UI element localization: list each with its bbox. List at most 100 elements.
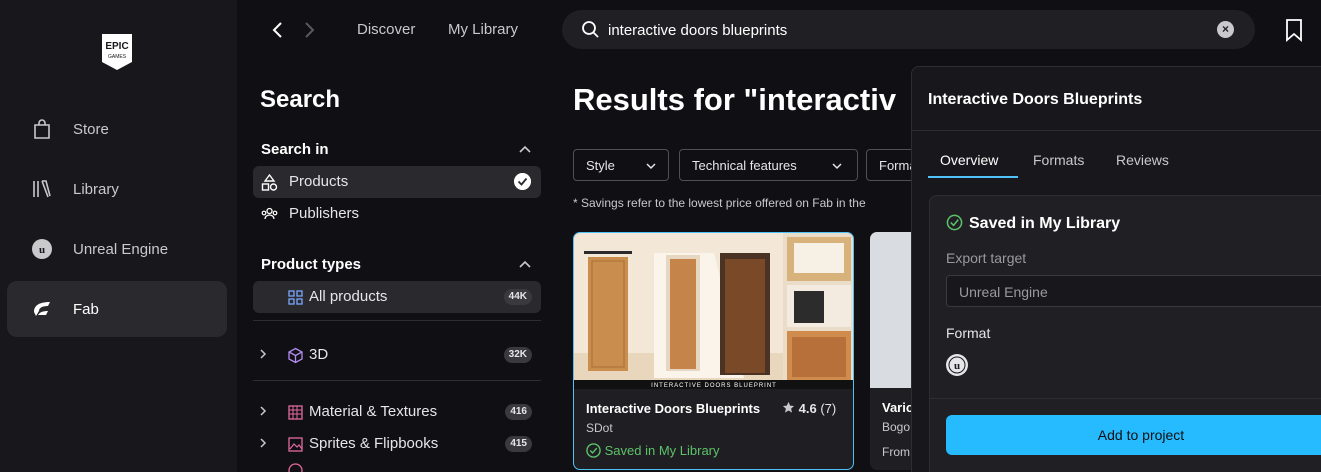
epic-games-logo[interactable]: EPIC GAMES [100, 32, 134, 72]
filter-label: Products [289, 173, 349, 190]
nav-label-library: Library [73, 180, 119, 198]
filter-publishers[interactable]: Publishers [253, 198, 541, 230]
image-icon [288, 437, 303, 452]
search-input[interactable] [608, 18, 1168, 42]
product-types-title[interactable]: Product types [261, 256, 361, 273]
filter-label: Material & Textures [309, 403, 438, 420]
saved-header: Saved in My Library [946, 214, 1120, 233]
active-tab-indicator [928, 176, 1018, 178]
divider [253, 320, 541, 321]
card-title[interactable]: Vario [882, 400, 914, 415]
check-circle-icon [586, 443, 601, 458]
star-icon [782, 401, 795, 413]
filter-label: All products [309, 288, 388, 305]
nav-label-store: Store [73, 120, 109, 138]
search-icon [582, 21, 599, 38]
svg-text:u: u [39, 244, 45, 256]
export-target-select[interactable]: Unreal Engine [946, 275, 1321, 307]
filter-sidebar: Search Search in Products Publishers Pro… [237, 62, 547, 472]
divider [253, 380, 541, 381]
filter-title: Search [260, 86, 341, 113]
shapes-icon [261, 174, 278, 191]
dropdown-label: Style [586, 158, 615, 173]
check-icon [514, 173, 531, 190]
results-heading: Results for "interactiv [573, 82, 897, 117]
app-sidebar: EPIC GAMES Store Library u Unreal Engine… [0, 0, 237, 472]
logo-text-top: EPIC [105, 41, 128, 52]
divider [930, 398, 1321, 399]
fab-icon [34, 302, 50, 316]
chevron-down-icon [832, 163, 842, 170]
unreal-engine-icon: u [32, 239, 52, 259]
nav-item-library[interactable]: Library [7, 161, 227, 217]
svg-text:u: u [954, 360, 960, 372]
card-seller[interactable]: Bogo [882, 420, 910, 434]
tab-overview[interactable]: Overview [940, 152, 998, 168]
back-arrow-icon[interactable] [266, 18, 290, 42]
search-bar: × [562, 10, 1255, 49]
filter-sprites-flipbooks[interactable]: Sprites & Flipbooks 415 [253, 428, 541, 460]
search-in-title[interactable]: Search in [261, 141, 329, 158]
nav-link-my-library[interactable]: My Library [448, 21, 518, 38]
export-target-value: Unreal Engine [959, 284, 1048, 300]
chevron-right-icon[interactable] [257, 405, 269, 417]
filter-products[interactable]: Products [253, 166, 541, 198]
nav-item-fab[interactable]: Fab [7, 281, 227, 337]
bookmark-icon[interactable] [1284, 18, 1304, 42]
add-to-project-button[interactable]: Add to project [946, 415, 1321, 455]
check-circle-icon [946, 214, 963, 231]
chevron-up-icon[interactable] [518, 257, 532, 271]
card-rating: 4.6 (7) [782, 401, 836, 416]
savings-note: * Savings refer to the lowest price offe… [573, 196, 866, 210]
tab-reviews[interactable]: Reviews [1116, 152, 1169, 168]
filter-3d[interactable]: 3D 32K [253, 339, 541, 371]
card-title[interactable]: Interactive Doors Blueprints [586, 401, 760, 416]
rating-value: 4.6 [798, 401, 817, 416]
unreal-engine-icon[interactable]: u [946, 354, 968, 376]
card-saved-status: Saved in My Library [586, 443, 720, 458]
filter-material-textures[interactable]: Material & Textures 416 [253, 396, 541, 428]
product-detail-panel: Interactive Doors Blueprints Overview Fo… [911, 66, 1321, 472]
texture-icon [288, 405, 303, 420]
nav-label-unreal-engine: Unreal Engine [73, 240, 169, 258]
forward-arrow-icon[interactable] [297, 18, 321, 42]
style-dropdown[interactable]: Style [573, 149, 669, 181]
format-label: Format [946, 325, 991, 341]
nav-item-unreal-engine[interactable]: u Unreal Engine [7, 221, 227, 277]
library-status-box: Saved in My Library Export target Unreal… [929, 195, 1321, 472]
technical-features-dropdown[interactable]: Technical features [679, 149, 858, 181]
cube-icon [288, 347, 303, 364]
chevron-right-icon[interactable] [257, 348, 269, 360]
card-seller[interactable]: SDot [586, 421, 613, 435]
product-card[interactable]: INTERACTIVE DOORS BLUEPRINT Interactive … [573, 232, 854, 470]
tab-formats[interactable]: Formats [1033, 152, 1084, 168]
card-price-prefix: From [882, 445, 910, 459]
add-to-project-label: Add to project [1097, 427, 1185, 443]
people-icon [261, 207, 278, 220]
review-count: (7) [820, 401, 837, 416]
partial-category-icon [288, 463, 303, 472]
nav-link-discover[interactable]: Discover [357, 21, 415, 38]
chevron-down-icon [646, 163, 656, 170]
clear-search-button[interactable]: × [1217, 21, 1234, 38]
count-badge: 416 [505, 404, 532, 420]
count-badge: 415 [505, 436, 532, 452]
count-badge: 32K [503, 347, 532, 363]
shopping-bag-icon [34, 119, 50, 139]
logo-text-bottom: GAMES [108, 54, 127, 60]
top-bar: Discover My Library × [237, 0, 1321, 62]
library-icon [33, 180, 51, 198]
product-thumbnail: INTERACTIVE DOORS BLUEPRINT [574, 233, 853, 389]
saved-text: Saved in My Library [604, 443, 720, 458]
nav-item-store[interactable]: Store [7, 101, 227, 157]
chevron-up-icon[interactable] [518, 142, 532, 156]
chevron-right-icon[interactable] [257, 437, 269, 449]
panel-title: Interactive Doors Blueprints [928, 91, 1143, 108]
saved-header-text: Saved in My Library [969, 215, 1121, 232]
filter-all-products[interactable]: All products 44K [253, 281, 541, 313]
dropdown-label: Technical features [692, 158, 797, 173]
divider [912, 130, 1321, 131]
nav-label-fab: Fab [73, 300, 99, 318]
export-target-label: Export target [946, 250, 1027, 266]
grid-icon [288, 290, 303, 305]
